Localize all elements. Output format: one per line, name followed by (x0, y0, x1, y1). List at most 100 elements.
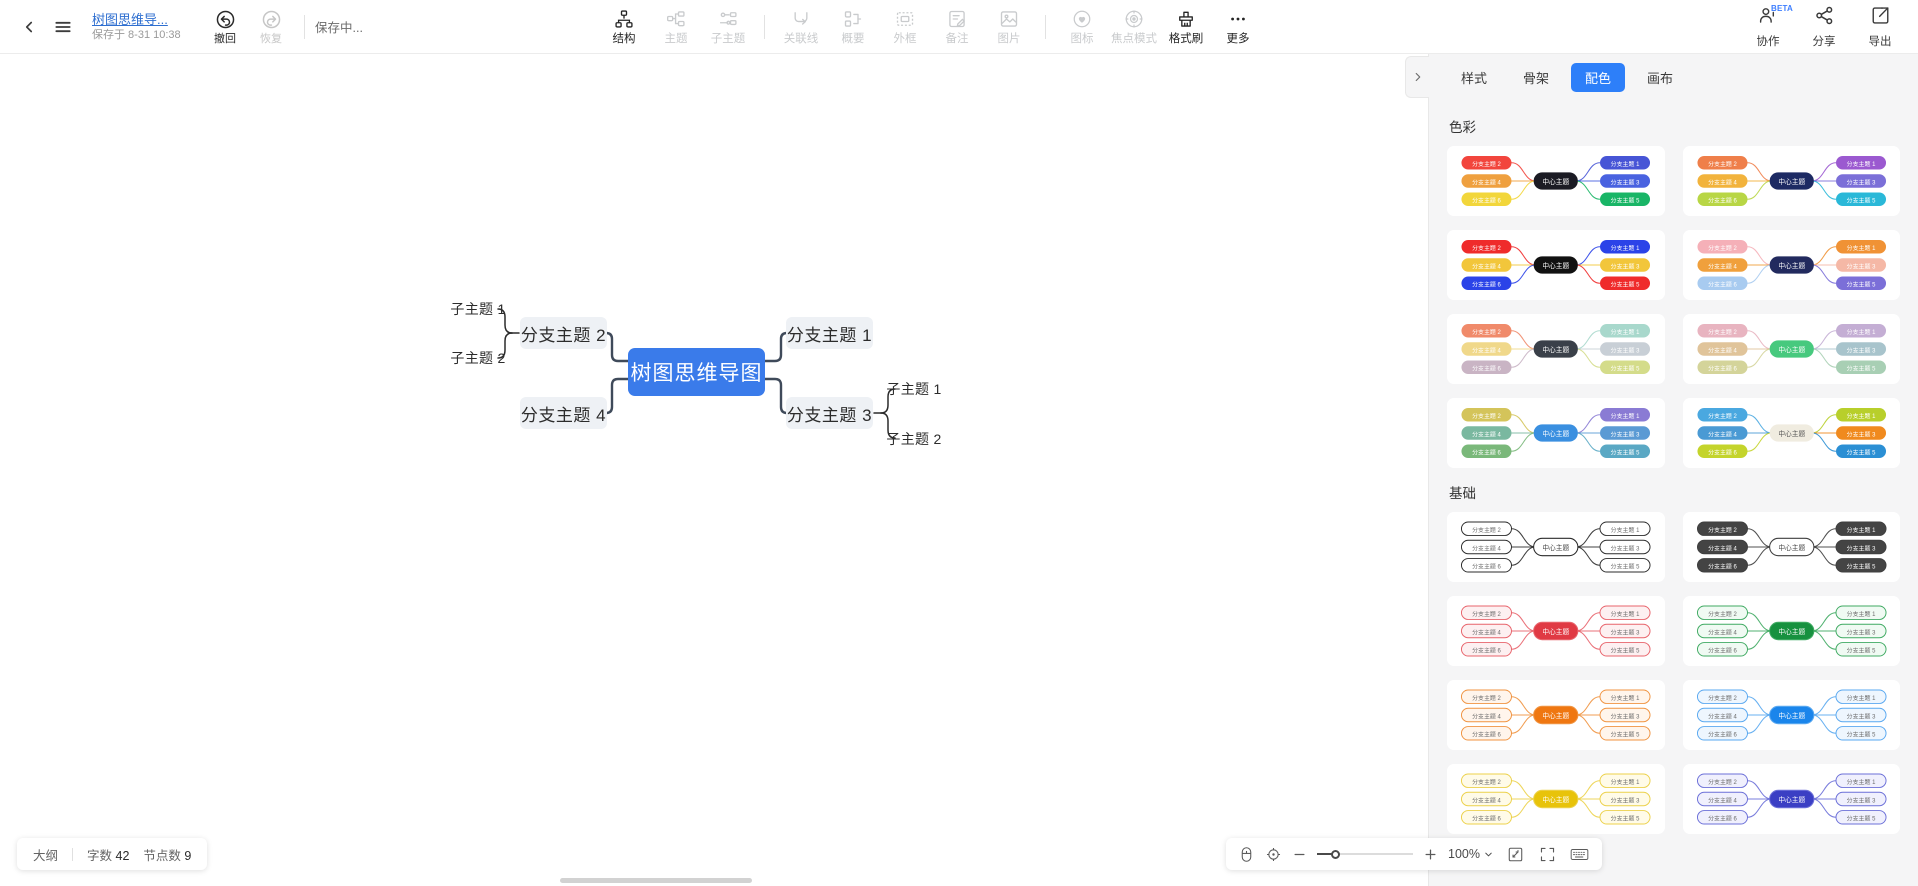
svg-text:分支主题 1: 分支主题 1 (1846, 778, 1875, 786)
mindmap-branch-node-3[interactable]: 分支主题 3 (786, 397, 873, 429)
tool-topic-label: 主题 (665, 32, 688, 46)
svg-text:分支主题 5: 分支主题 5 (1846, 563, 1875, 571)
theme-thumbnail[interactable]: 分支主题 1分支主题 2分支主题 3分支主题 4分支主题 5分支主题 6中心主题 (1683, 764, 1901, 834)
tool-focus-mode-label: 焦点模式 (1111, 32, 1157, 46)
theme-thumbnail[interactable]: 分支主题 1分支主题 2分支主题 3分支主题 4分支主题 5分支主题 6中心主题 (1683, 512, 1901, 582)
fullscreen-button[interactable] (1536, 844, 1558, 864)
redo-button[interactable]: 恢复 (248, 1, 294, 53)
mindmap-leaf-node-l1[interactable]: 子主题 1 (447, 298, 509, 320)
recenter-button[interactable] (1265, 846, 1282, 863)
svg-text:分支主题 1: 分支主题 1 (1611, 328, 1640, 336)
mindmap-branch-node-2[interactable]: 分支主题 2 (520, 317, 607, 349)
export-icon (1870, 5, 1891, 31)
svg-text:分支主题 6: 分支主题 6 (1708, 731, 1737, 739)
keyboard-shortcuts-button[interactable] (1568, 844, 1590, 864)
fit-screen-button[interactable] (1504, 844, 1526, 864)
zoom-level-dropdown[interactable]: 100% (1448, 847, 1494, 861)
theme-thumbnail[interactable]: 分支主题 1分支主题 2分支主题 3分支主题 4分支主题 5分支主题 6中心主题 (1447, 230, 1665, 300)
svg-text:分支主题 4: 分支主题 4 (1708, 712, 1737, 720)
svg-text:分支主题 1: 分支主题 1 (1846, 244, 1875, 252)
zoom-slider-knob[interactable] (1331, 850, 1340, 859)
svg-text:分支主题 1: 分支主题 1 (1611, 610, 1640, 618)
scrollbar-thumb-horizontal[interactable] (560, 878, 752, 883)
mindmap-branch-node-1[interactable]: 分支主题 1 (786, 317, 873, 349)
svg-text:分支主题 4: 分支主题 4 (1708, 262, 1737, 270)
svg-text:分支主题 2: 分支主题 2 (1708, 160, 1737, 168)
mindmap-leaf-node-r1[interactable]: 子主题 1 (883, 378, 945, 400)
theme-thumbnail[interactable]: 分支主题 1分支主题 2分支主题 3分支主题 4分支主题 5分支主题 6中心主题 (1447, 314, 1665, 384)
mindmap-canvas[interactable]: 树图思维导图 分支主题 2 分支主题 4 分支主题 1 分支主题 3 子主题 1… (0, 54, 1344, 886)
back-button[interactable] (12, 10, 46, 44)
panel-collapse-button[interactable] (1405, 56, 1429, 98)
tab-style[interactable]: 样式 (1447, 63, 1501, 92)
zoom-out-button[interactable] (1292, 847, 1307, 862)
undo-button[interactable]: 撤回 (202, 1, 248, 53)
svg-text:分支主题 5: 分支主题 5 (1846, 731, 1875, 739)
tool-outer-frame[interactable]: 外框 (879, 1, 931, 53)
canvas-horizontal-scrollbar[interactable] (0, 876, 1344, 884)
svg-text:分支主题 5: 分支主题 5 (1611, 731, 1640, 739)
svg-text:分支主题 1: 分支主题 1 (1846, 160, 1875, 168)
svg-text:分支主题 3: 分支主题 3 (1611, 262, 1640, 270)
svg-text:分支主题 3: 分支主题 3 (1846, 346, 1875, 354)
mindmap-branch-node-4[interactable]: 分支主题 4 (520, 397, 607, 429)
svg-text:分支主题 1: 分支主题 1 (1846, 328, 1875, 336)
theme-thumbnail[interactable]: 分支主题 1分支主题 2分支主题 3分支主题 4分支主题 5分支主题 6中心主题 (1447, 512, 1665, 582)
mindmap-branch-label: 分支主题 2 (521, 321, 606, 346)
tool-subtopic[interactable]: 子主题 (702, 1, 754, 53)
theme-thumbnail[interactable]: 分支主题 1分支主题 2分支主题 3分支主题 4分支主题 5分支主题 6中心主题 (1683, 680, 1901, 750)
theme-thumbnail[interactable]: 分支主题 1分支主题 2分支主题 3分支主题 4分支主题 5分支主题 6中心主题 (1447, 680, 1665, 750)
export-button[interactable]: 导出 (1854, 1, 1906, 53)
tool-image[interactable]: 图片 (983, 1, 1035, 53)
tool-relation-line[interactable]: 关联线 (775, 1, 827, 53)
theme-thumbnail[interactable]: 分支主题 1分支主题 2分支主题 3分支主题 4分支主题 5分支主题 6中心主题 (1683, 146, 1901, 216)
tool-structure[interactable]: 结构 (598, 1, 650, 53)
hamburger-menu-button[interactable] (46, 10, 80, 44)
theme-thumbnail[interactable]: 分支主题 1分支主题 2分支主题 3分支主题 4分支主题 5分支主题 6中心主题 (1447, 398, 1665, 468)
svg-text:分支主题 1: 分支主题 1 (1846, 694, 1875, 702)
tab-skeleton[interactable]: 骨架 (1509, 63, 1563, 92)
tool-summary-label: 概要 (842, 32, 865, 46)
theme-thumbnail[interactable]: 分支主题 1分支主题 2分支主题 3分支主题 4分支主题 5分支主题 6中心主题 (1683, 596, 1901, 666)
outline-button[interactable]: 大纲 (33, 845, 58, 864)
svg-text:中心主题: 中心主题 (1778, 627, 1805, 636)
tool-note[interactable]: 备注 (931, 1, 983, 53)
tool-more[interactable]: 更多 (1212, 1, 1264, 53)
share-button[interactable]: 分享 (1798, 1, 1850, 53)
tool-note-label: 备注 (946, 32, 969, 46)
tool-summary[interactable]: 概要 (827, 1, 879, 53)
svg-text:分支主题 2: 分支主题 2 (1472, 526, 1501, 534)
collaborate-label: 协作 (1757, 33, 1780, 49)
tool-focus-mode[interactable]: 焦点模式 (1108, 1, 1160, 53)
share-label: 分享 (1813, 33, 1836, 49)
mindmap-leaf-node-l2[interactable]: 子主题 2 (447, 347, 509, 369)
svg-text:分支主题 3: 分支主题 3 (1846, 544, 1875, 552)
svg-text:分支主题 5: 分支主题 5 (1611, 449, 1640, 457)
tab-canvas[interactable]: 画布 (1633, 63, 1687, 92)
mindmap-connectors (0, 54, 1344, 886)
tool-sticker[interactable]: 图标 (1056, 1, 1108, 53)
theme-thumbnail[interactable]: 分支主题 1分支主题 2分支主题 3分支主题 4分支主题 5分支主题 6中心主题 (1683, 314, 1901, 384)
svg-text:中心主题: 中心主题 (1542, 345, 1569, 354)
svg-text:分支主题 3: 分支主题 3 (1611, 796, 1640, 804)
svg-text:中心主题: 中心主题 (1778, 795, 1805, 804)
mindmap-root-node[interactable]: 树图思维导图 (628, 348, 765, 396)
tool-topic[interactable]: 主题 (650, 1, 702, 53)
svg-text:中心主题: 中心主题 (1778, 543, 1805, 552)
zoom-in-button[interactable] (1423, 847, 1438, 862)
theme-thumbnail[interactable]: 分支主题 1分支主题 2分支主题 3分支主题 4分支主题 5分支主题 6中心主题 (1683, 230, 1901, 300)
mindmap-leaf-node-r2[interactable]: 子主题 2 (883, 428, 945, 450)
theme-thumbnail[interactable]: 分支主题 1分支主题 2分支主题 3分支主题 4分支主题 5分支主题 6中心主题 (1447, 596, 1665, 666)
mouse-mode-button[interactable] (1238, 846, 1255, 863)
theme-thumbnail[interactable]: 分支主题 1分支主题 2分支主题 3分支主题 4分支主题 5分支主题 6中心主题 (1683, 398, 1901, 468)
collaborate-button[interactable]: BETA 协作 (1742, 1, 1794, 53)
zoom-slider[interactable] (1317, 846, 1413, 862)
undo-redo-group: 撤回 恢复 (202, 1, 294, 53)
document-title[interactable]: 树图思维导... (92, 11, 184, 28)
tab-color-scheme[interactable]: 配色 (1571, 63, 1625, 92)
theme-thumbnail[interactable]: 分支主题 1分支主题 2分支主题 3分支主题 4分支主题 5分支主题 6中心主题 (1447, 764, 1665, 834)
tool-format-painter[interactable]: 格式刷 (1160, 1, 1212, 53)
panel-scroll-body[interactable]: 色彩 分支主题 1分支主题 2分支主题 3分支主题 4分支主题 5分支主题 6中… (1429, 96, 1918, 886)
structure-icon (614, 8, 634, 30)
theme-thumbnail[interactable]: 分支主题 1分支主题 2分支主题 3分支主题 4分支主题 5分支主题 6中心主题 (1447, 146, 1665, 216)
